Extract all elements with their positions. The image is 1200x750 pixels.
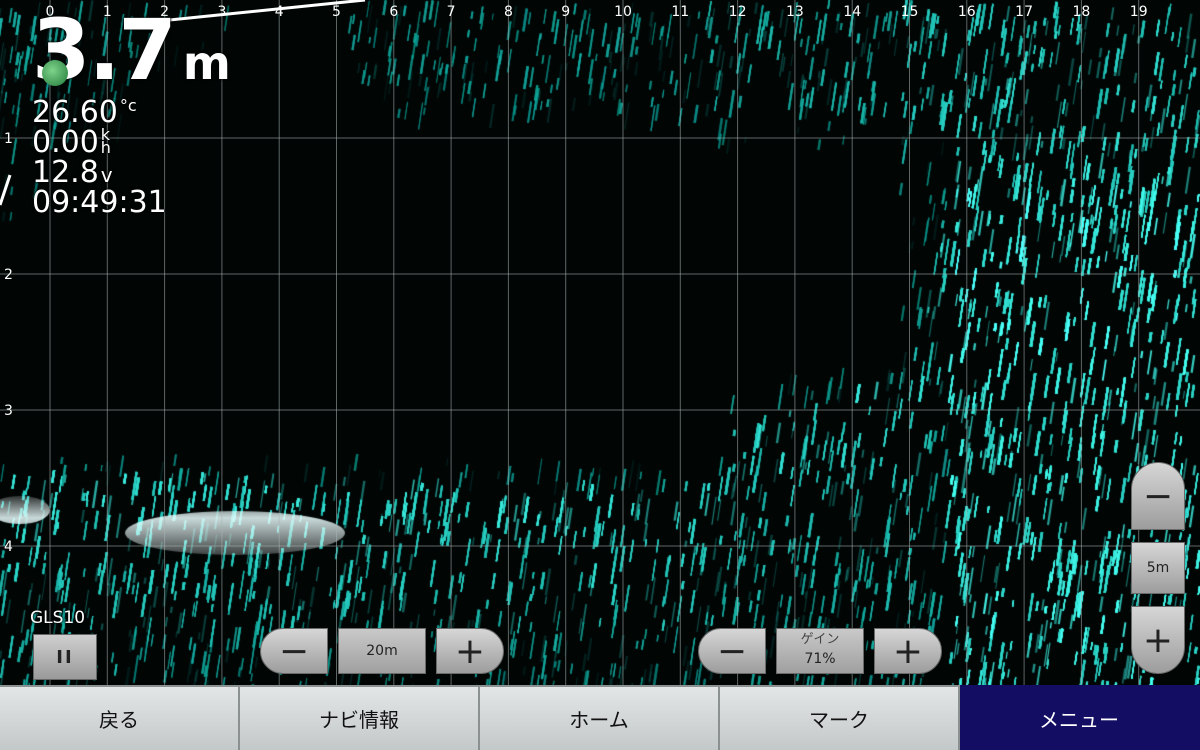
x-tick-label: 18 <box>1072 4 1090 20</box>
speed-unit: kh <box>100 127 111 157</box>
x-tick-label: 17 <box>1015 4 1033 20</box>
speed-unit-bottom: h <box>100 138 111 157</box>
gain-increase-button[interactable]: + <box>874 628 942 674</box>
zoom-out-button[interactable]: − <box>1131 462 1185 530</box>
x-tick-label: 16 <box>958 4 976 20</box>
gps-status-icon <box>42 60 68 86</box>
boat-speed: 0.00 k h <box>32 127 111 158</box>
x-tick-label: 4 <box>275 4 284 20</box>
nav-info-button[interactable]: ナビ情報 <box>240 685 480 750</box>
range-increase-button[interactable]: + <box>436 628 504 674</box>
transducer-label: GLS10 <box>30 608 86 628</box>
pause-button[interactable]: II <box>33 634 97 680</box>
x-tick-label: 6 <box>389 4 398 20</box>
x-tick-label: 11 <box>671 4 689 20</box>
x-tick-label: 14 <box>843 4 861 20</box>
back-button[interactable]: 戻る <box>0 685 240 750</box>
x-tick-label: 12 <box>729 4 747 20</box>
gain-value: 71% <box>804 651 836 667</box>
water-temp-unit: °c <box>119 96 137 115</box>
gain-label: ゲイン <box>800 632 840 647</box>
gain-value-box[interactable]: ゲイン 71% <box>776 628 864 674</box>
x-tick-label: 15 <box>901 4 919 20</box>
plus-icon: + <box>1142 619 1174 661</box>
pause-icon: II <box>56 646 74 668</box>
plus-icon: + <box>454 630 486 672</box>
minus-icon: − <box>1142 475 1174 517</box>
plus-icon: + <box>892 630 924 672</box>
water-temperature: 26.60 °c <box>32 98 137 128</box>
range-decrease-button[interactable]: − <box>260 628 328 674</box>
zoom-value: 5m <box>1146 560 1170 576</box>
x-tick-label: 9 <box>561 4 570 20</box>
sonar-view[interactable]: 0 1 2 3 4 5 6 7 8 9 10 11 12 13 14 15 16 17 18 19 1234 3.7 m… <box>0 0 1200 685</box>
y-tick-label: 2 <box>4 267 13 283</box>
y-tick-label: 4 <box>4 539 13 555</box>
mark-button[interactable]: マーク <box>720 685 960 750</box>
zoom-in-button[interactable]: + <box>1131 606 1185 674</box>
menu-button[interactable]: メニュー <box>960 685 1200 750</box>
y-tick-label: 1 <box>4 131 13 147</box>
x-tick-label: 8 <box>504 4 513 20</box>
bottom-nav: 戻る ナビ情報 ホーム マーク メニュー <box>0 685 1200 750</box>
range-value: 20m <box>366 643 398 659</box>
depth-readout: 3.7 m <box>32 8 231 105</box>
beam-edge-line-left <box>0 174 12 206</box>
x-tick-label: 7 <box>447 4 456 20</box>
range-value-box[interactable]: 20m <box>338 628 426 674</box>
voltage-unit: v <box>100 163 113 187</box>
minus-icon: − <box>716 630 748 672</box>
gain-decrease-button[interactable]: − <box>698 628 766 674</box>
battery-voltage: 12.8 v <box>32 158 113 188</box>
clock: 09:49:31 <box>32 185 167 220</box>
minus-icon: − <box>278 630 310 672</box>
x-tick-label: 10 <box>614 4 632 20</box>
x-tick-label: 19 <box>1130 4 1148 20</box>
y-tick-label: 3 <box>4 403 13 419</box>
home-button[interactable]: ホーム <box>480 685 720 750</box>
depth-unit: m <box>182 36 231 90</box>
zoom-value-box: 5m <box>1131 542 1185 594</box>
x-tick-label: 13 <box>786 4 804 20</box>
x-tick-label: 5 <box>332 4 341 20</box>
